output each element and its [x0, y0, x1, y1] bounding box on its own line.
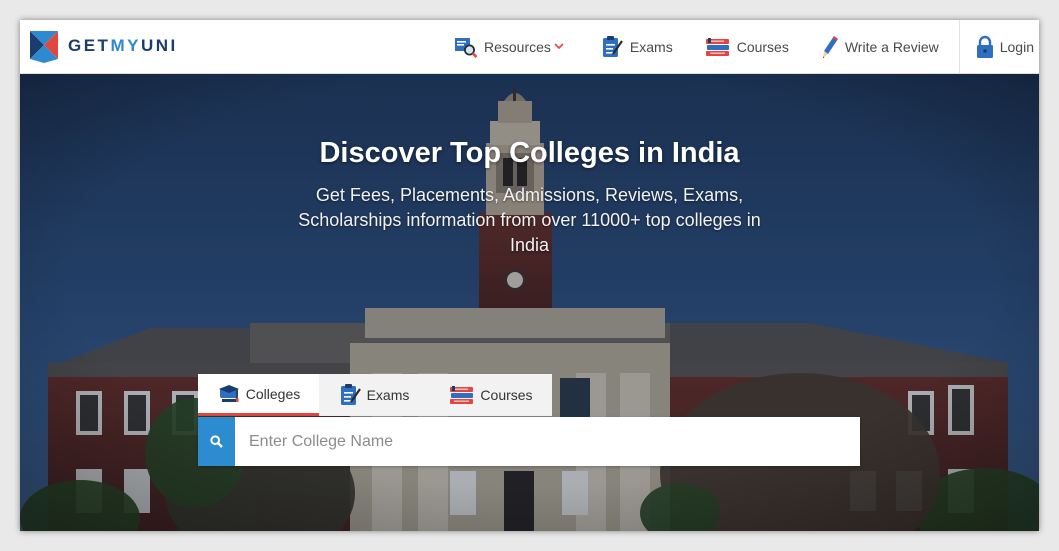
nav-courses-label: Courses	[736, 38, 789, 55]
nav-login-label: Login	[999, 38, 1034, 55]
tab-exams-label: Exams	[366, 387, 410, 403]
exam-clipboard-icon	[602, 35, 623, 57]
brand-logo[interactable]: GETMYUNI	[30, 29, 178, 63]
tab-colleges-label: Colleges	[245, 385, 301, 402]
exam-clipboard-icon	[340, 384, 361, 405]
books-icon	[705, 37, 729, 56]
nav-resources[interactable]: Resources	[438, 20, 586, 73]
getmyuni-logo-icon	[30, 31, 58, 63]
hero-title: Discover Top Colleges in India	[319, 137, 740, 169]
tab-courses[interactable]: Courses	[430, 374, 552, 416]
nav-exams[interactable]: Exams	[586, 20, 689, 73]
hero-subtitle: Get Fees, Placements, Admissions, Review…	[298, 185, 761, 255]
search-icon	[210, 435, 223, 448]
tab-colleges[interactable]: Colleges	[198, 374, 319, 416]
nav-resources-label: Resources	[483, 38, 551, 55]
search-tabs: Colleges Exams Courses	[198, 374, 552, 416]
hero-banner: Discover Top Colleges in India Get Fees,…	[20, 73, 1039, 531]
tab-exams[interactable]: Exams	[319, 374, 430, 416]
tab-courses-label: Courses	[480, 387, 533, 403]
college-search-input[interactable]	[235, 417, 855, 466]
browser-frame: GETMYUNI Resources Exams Courses Write a…	[20, 20, 1039, 531]
chevron-down-icon	[554, 43, 564, 50]
books-icon	[450, 386, 474, 404]
resources-search-icon	[454, 37, 478, 58]
nav-write-review-label: Write a Review	[844, 38, 939, 55]
graduation-cap-icon	[218, 384, 239, 402]
nav-courses[interactable]: Courses	[689, 20, 805, 73]
college-search-bar	[198, 417, 860, 466]
top-navbar: GETMYUNI Resources Exams Courses Write a…	[20, 20, 1039, 74]
nav-write-review[interactable]: Write a Review	[805, 20, 955, 73]
nav-exams-label: Exams	[629, 38, 673, 55]
search-button[interactable]	[198, 417, 235, 466]
lock-icon	[976, 35, 993, 58]
nav-login[interactable]: Login	[958, 20, 1039, 73]
pencil-icon	[822, 35, 838, 58]
nav-menu: Resources Exams Courses Write a Review L…	[438, 20, 1039, 73]
brand-name: GETMYUNI	[68, 36, 178, 55]
